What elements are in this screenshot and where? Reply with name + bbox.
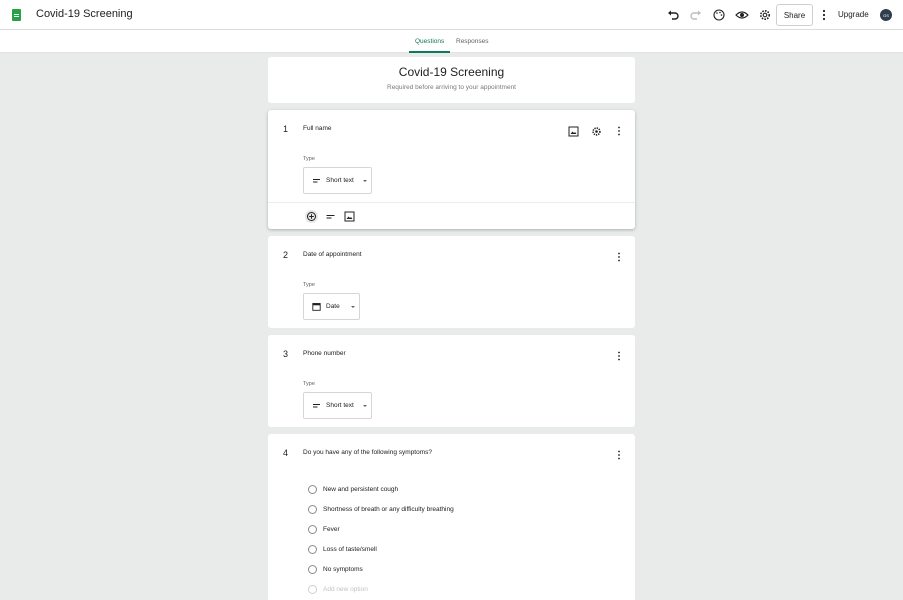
question-card-1[interactable]: 1 Full name Type Short text	[268, 110, 635, 229]
add-option-row[interactable]: Add new option	[308, 583, 368, 595]
chevron-down-icon	[351, 306, 355, 308]
calendar-icon	[312, 302, 321, 311]
type-label: Type	[303, 282, 315, 288]
short-text-icon	[312, 176, 321, 185]
question-text[interactable]: Date of appointment	[303, 251, 362, 258]
form-header-description[interactable]: Required before arriving to your appoint…	[268, 84, 635, 91]
question-number: 3	[283, 349, 289, 359]
radio-button[interactable]	[308, 544, 317, 554]
option-label[interactable]: No symptoms	[323, 566, 363, 573]
top-bar: Covid-19 Screening Share Upgrade GS	[0, 0, 903, 30]
question-card-3[interactable]: 3 Phone number Type Short text	[268, 335, 635, 427]
more-vertical-icon[interactable]	[817, 8, 831, 22]
settings-gear-icon[interactable]	[758, 8, 772, 22]
question-more-icon[interactable]	[615, 250, 623, 262]
question-more-icon[interactable]	[615, 124, 623, 136]
chevron-down-icon	[363, 405, 367, 407]
question-number: 4	[283, 448, 289, 458]
question-type-value: Date	[326, 303, 340, 310]
option-label[interactable]: Loss of taste/smell	[323, 546, 377, 553]
question-more-icon[interactable]	[615, 448, 623, 460]
question-number: 2	[283, 250, 289, 260]
palette-icon[interactable]	[712, 8, 726, 22]
add-question-icon[interactable]	[305, 210, 318, 223]
type-label: Type	[303, 156, 315, 162]
forms-logo-icon[interactable]	[12, 9, 21, 21]
form-title[interactable]: Covid-19 Screening	[36, 8, 133, 20]
question-text[interactable]: Phone number	[303, 350, 346, 357]
add-text-block-icon[interactable]	[324, 210, 337, 223]
option-label[interactable]: Fever	[323, 526, 340, 533]
radio-button[interactable]	[308, 484, 317, 494]
question-card-4[interactable]: 4 Do you have any of the following sympt…	[268, 434, 635, 600]
list-item[interactable]: New and persistent cough	[308, 483, 398, 495]
preview-eye-icon[interactable]	[735, 8, 749, 22]
active-tab-indicator	[409, 51, 450, 53]
upgrade-link[interactable]: Upgrade	[838, 10, 869, 19]
question-type-value: Short text	[326, 402, 354, 409]
question-text[interactable]: Do you have any of the following symptom…	[303, 449, 432, 456]
question-more-icon[interactable]	[615, 349, 623, 361]
share-button[interactable]: Share	[776, 4, 813, 26]
option-label[interactable]: New and persistent cough	[323, 486, 398, 493]
avatar[interactable]: GS	[880, 9, 892, 21]
list-item[interactable]: Shortness of breath or any difficulty br…	[308, 503, 454, 515]
chevron-down-icon	[363, 180, 367, 182]
form-header-title[interactable]: Covid-19 Screening	[268, 65, 635, 79]
type-label: Type	[303, 381, 315, 387]
redo-icon[interactable]	[689, 8, 703, 22]
radio-button	[308, 584, 317, 594]
undo-icon[interactable]	[666, 8, 680, 22]
question-type-dropdown[interactable]: Short text	[303, 167, 372, 194]
short-text-icon	[312, 401, 321, 410]
option-label[interactable]: Shortness of breath or any difficulty br…	[323, 506, 454, 513]
add-image-block-icon[interactable]	[343, 210, 356, 223]
add-option-input[interactable]: Add new option	[323, 586, 368, 593]
radio-button[interactable]	[308, 564, 317, 574]
question-toolbar	[268, 202, 635, 229]
tab-questions[interactable]: Questions	[415, 38, 444, 45]
radio-button[interactable]	[308, 504, 317, 514]
question-number: 1	[283, 124, 289, 134]
question-type-dropdown[interactable]: Date	[303, 293, 360, 320]
question-type-dropdown[interactable]: Short text	[303, 392, 372, 419]
radio-button[interactable]	[308, 524, 317, 534]
add-image-icon[interactable]	[568, 124, 579, 137]
question-card-2[interactable]: 2 Date of appointment Type Date	[268, 236, 635, 328]
question-text[interactable]: Full name	[303, 125, 332, 132]
tab-responses[interactable]: Responses	[456, 38, 489, 45]
list-item[interactable]: No symptoms	[308, 563, 363, 575]
tab-strip: Questions Responses	[0, 30, 903, 53]
question-type-value: Short text	[326, 177, 354, 184]
question-settings-gear-icon[interactable]	[591, 124, 602, 136]
form-header-card[interactable]: Covid-19 Screening Required before arriv…	[268, 57, 635, 103]
list-item[interactable]: Fever	[308, 523, 340, 535]
list-item[interactable]: Loss of taste/smell	[308, 543, 377, 555]
